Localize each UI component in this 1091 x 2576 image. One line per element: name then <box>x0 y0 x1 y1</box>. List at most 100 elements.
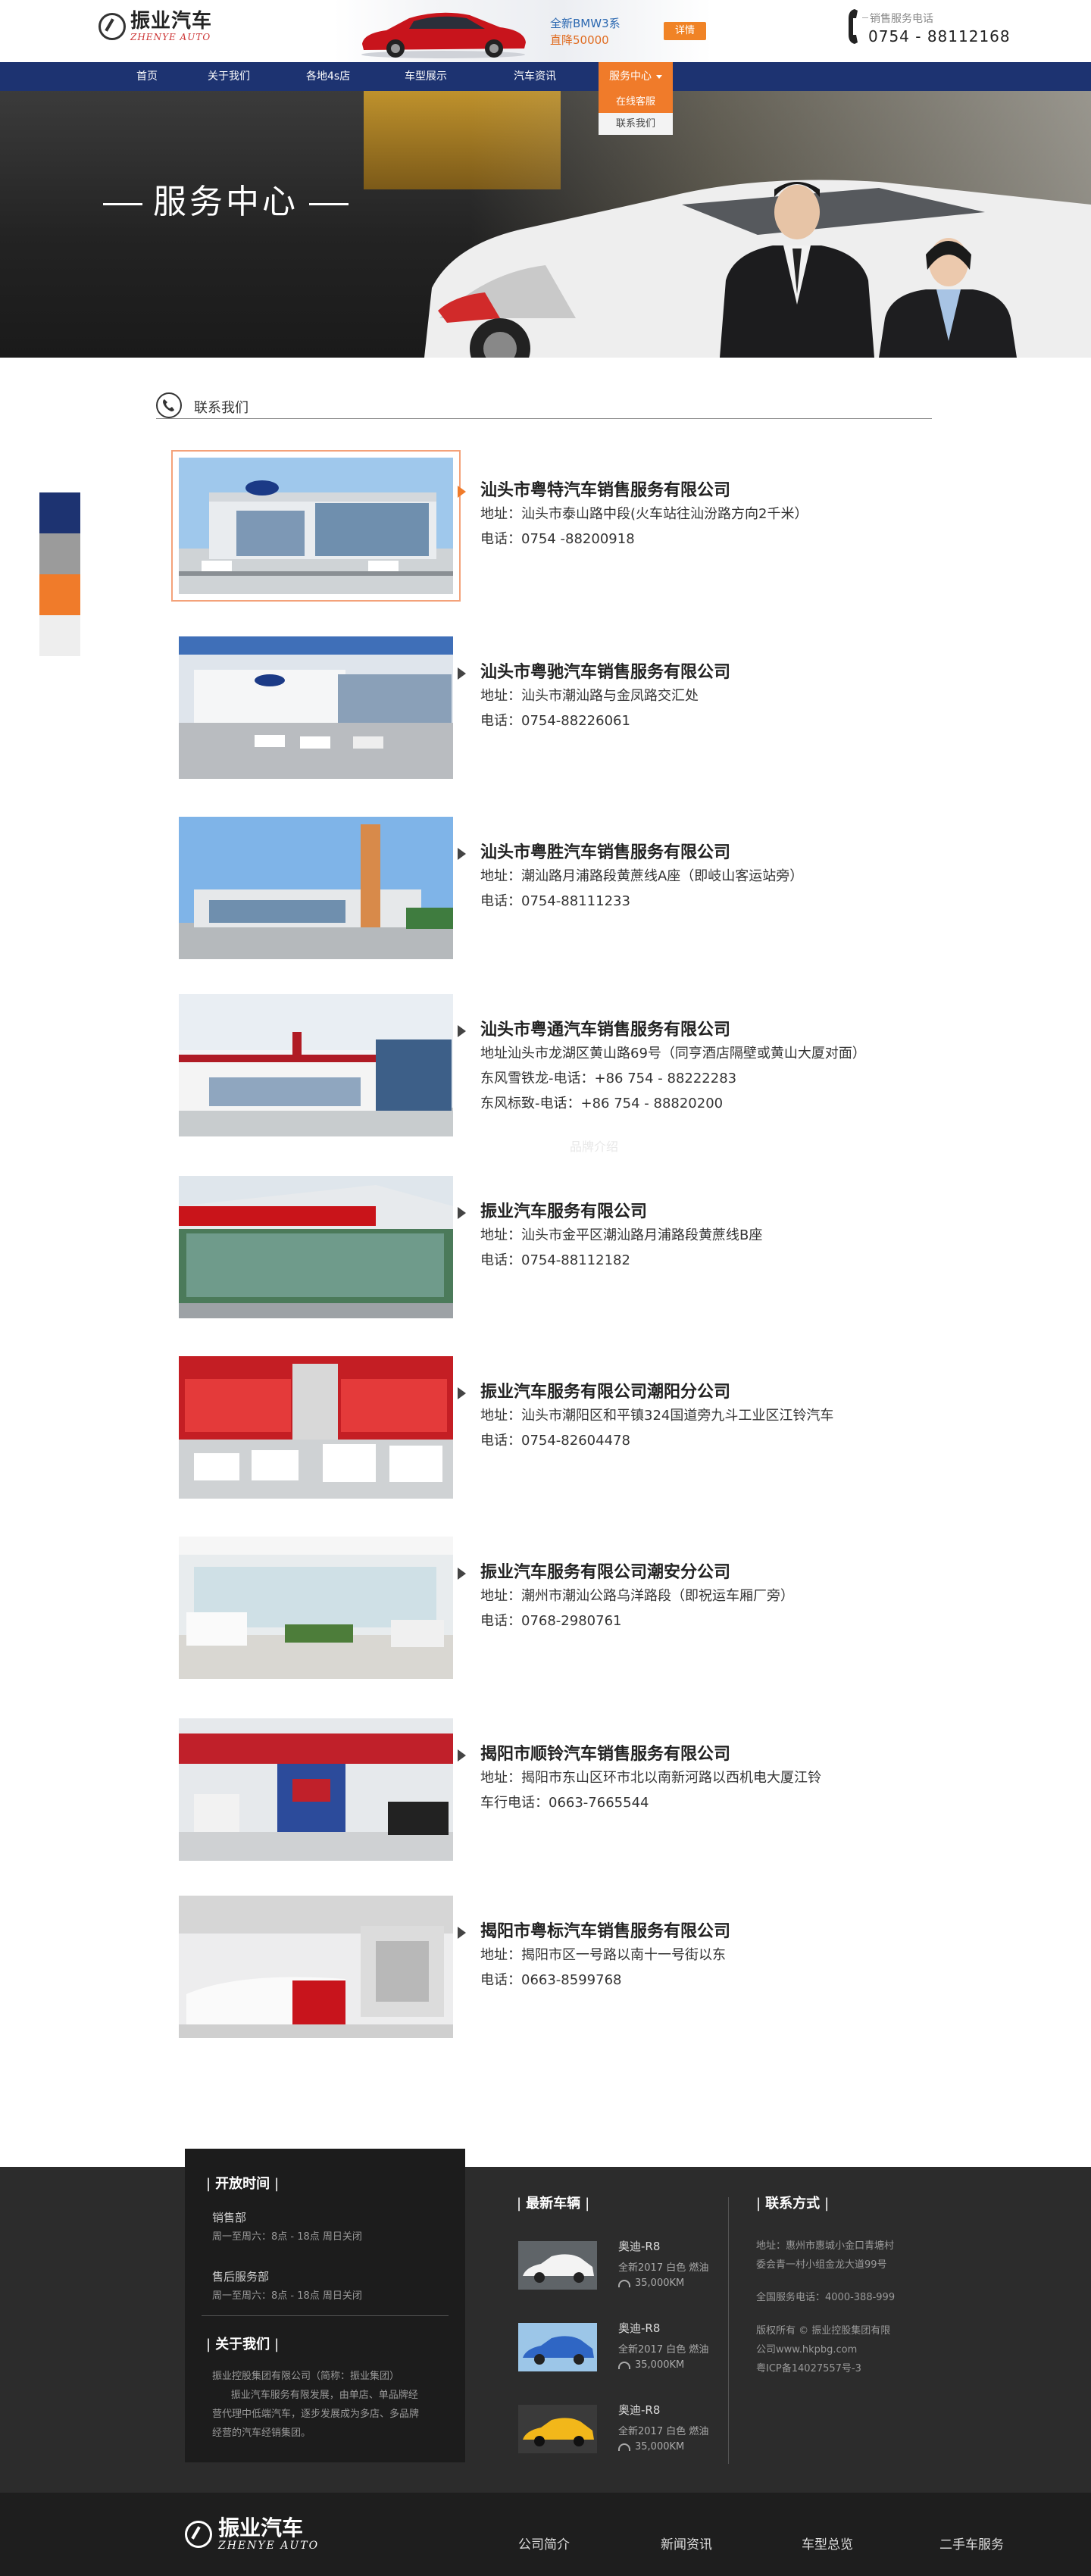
dealer-info: 汕头市粤胜汽车销售服务有限公司 地址：潮汕路月浦路段黄蔗线A座（即岐山客运站旁）… <box>458 843 950 914</box>
side-tab-orange[interactable] <box>39 574 80 615</box>
dealer-photo[interactable] <box>179 1537 453 1679</box>
dealer-photo[interactable] <box>179 1356 453 1499</box>
side-tab-light[interactable] <box>39 615 80 656</box>
dealer-address: 地址：潮州市潮汕公路乌洋路段（即祝运车厢厂旁） <box>480 1588 794 1604</box>
car-name[interactable]: 奥迪-R8 <box>618 2402 660 2418</box>
dealer-card[interactable]: 汕头市粤通汽车销售服务有限公司 地址汕头市龙湖区黄山路69号（同亨酒店隔壁或黄山… <box>171 989 929 1141</box>
about-heading: 关于我们 <box>202 2334 283 2353</box>
dealer-name[interactable]: 振业汽车服务有限公司潮安分公司 <box>458 1562 950 1583</box>
contact-heading: 联系方式 <box>752 2193 833 2212</box>
dealer-name[interactable]: 汕头市粤胜汽车销售服务有限公司 <box>458 843 950 864</box>
dealer-phone: 电话：0754-88112182 <box>480 1252 630 1268</box>
car-name[interactable]: 奥迪-R8 <box>618 2238 660 2254</box>
dealer-name[interactable]: 振业汽车服务有限公司潮阳分公司 <box>458 1382 950 1403</box>
after-sales-time: 周一至周六：8点 - 18点 周日关闭 <box>212 2290 362 2302</box>
section-divider <box>156 418 932 419</box>
nav-4s-stores[interactable]: 各地4s店 <box>306 62 350 91</box>
nav-about[interactable]: 关于我们 <box>208 62 250 91</box>
dealer-info: 振业汽车服务有限公司潮阳分公司 地址：汕头市潮阳区和平镇324国道旁九斗工业区江… <box>458 1382 950 1453</box>
jiangling-dealer-image <box>179 1176 453 1318</box>
dealer-card[interactable]: 揭阳市顺铃汽车销售服务有限公司 地址：揭阳市东山区环市北以南新河路以西机电大厦江… <box>171 1714 929 1865</box>
ad-line-2: 直降50000 <box>550 33 609 47</box>
dealer-name[interactable]: 振业汽车服务有限公司 <box>458 1202 950 1223</box>
dropdown-contact-us[interactable]: 联系我们 <box>599 113 673 135</box>
car-thumb-white[interactable] <box>518 2241 597 2290</box>
dealer-photo[interactable] <box>179 1718 453 1861</box>
car-image <box>518 2323 597 2371</box>
dropdown-online-service[interactable]: 在线客服 <box>599 91 673 113</box>
bottom-bar: 振业汽车 ZHENYE AUTO 公司简介 新闻资讯 车型总览 二手车服务 <box>0 2493 1091 2576</box>
dealer-name[interactable]: 汕头市粤驰汽车销售服务有限公司 <box>458 662 950 683</box>
dealer-photo[interactable] <box>179 1176 453 1318</box>
car-mileage-value: 35,000KM <box>635 2359 685 2371</box>
car-mileage: 35,000KM <box>618 2441 684 2453</box>
dealer-phone: 电话：0754 -88200918 <box>480 531 635 547</box>
about-line-3: 营代理中低端汽车，逐步发展成为多店、多品牌 <box>212 2409 420 2420</box>
nav-news[interactable]: 汽车资讯 <box>514 62 556 91</box>
dealer-address: 地址：揭阳市东山区环市北以南新河路以西机电大厦江铃 <box>480 1770 821 1786</box>
section-header: 联系我们 <box>156 389 932 420</box>
contact-address: 地址：惠州市惠城小金口青塘村 委会青一村小组金龙大道99号 <box>756 2237 894 2274</box>
speedometer-icon <box>618 2443 630 2451</box>
car-mileage: 35,000KM <box>618 2359 684 2371</box>
dealer-photo[interactable] <box>179 817 453 959</box>
dealer-address: 地址：揭阳市区一号路以南十一号街以东 <box>480 1947 726 1963</box>
hero-illustration <box>424 180 1091 358</box>
car-mileage: 35,000KM <box>618 2277 684 2289</box>
copyright-line-2[interactable]: 公司www.hkpbg.com <box>756 2340 890 2359</box>
dealer-card[interactable]: 振业汽车服务有限公司 地址：汕头市金平区潮汕路月浦路段黄蔗线B座 电话：0754… <box>171 1171 929 1323</box>
about-line-2: 振业汽车服务有限发展，由单店、单品牌经 <box>212 2390 418 2401</box>
phone-label: 销售服务电话 <box>862 11 933 26</box>
dealer-name[interactable]: 汕头市粤通汽车销售服务有限公司 <box>458 1020 950 1041</box>
chevron-down-icon <box>656 74 662 79</box>
bottom-link-used-cars[interactable]: 二手车服务 <box>939 2534 1004 2553</box>
about-line-4: 经营的汽车经销集团。 <box>212 2428 311 2439</box>
dealer-name[interactable]: 汕头市粤特汽车销售服务有限公司 <box>458 480 950 502</box>
dealer-name[interactable]: 揭阳市顺铃汽车销售服务有限公司 <box>458 1744 950 1765</box>
about-text: 振业控股集团有限公司（简称：振业集团） 振业汽车服务有限发展，由单店、单品牌经 … <box>212 2367 452 2443</box>
dealer-card[interactable]: 揭阳市粤标汽车销售服务有限公司 地址：揭阳市区一号路以南十一号街以东 电话：06… <box>171 1891 929 2043</box>
speedometer-icon <box>618 2361 630 2369</box>
dealer-card[interactable]: 汕头市粤特汽车销售服务有限公司 地址：汕头市泰山路中段(火车站往汕汾路方向2千米… <box>171 450 929 602</box>
dealer-phone: 电话：0754-82604478 <box>480 1433 630 1449</box>
car-thumb-blue[interactable] <box>518 2323 597 2371</box>
dealer-photo[interactable] <box>179 636 453 779</box>
ad-details-button[interactable]: 详情 <box>664 22 706 40</box>
nav-service-center[interactable]: 服务中心 <box>599 62 673 91</box>
nav-home[interactable]: 首页 <box>136 62 158 91</box>
car-thumb-yellow[interactable] <box>518 2405 597 2453</box>
dealer-photo[interactable] <box>179 1896 453 2038</box>
side-tab-blue[interactable] <box>39 492 80 533</box>
bottom-logo-emblem-icon <box>185 2521 212 2548</box>
dealer-photo[interactable] <box>171 450 461 602</box>
bottom-link-company-profile[interactable]: 公司简介 <box>518 2534 570 2553</box>
dealer-photo[interactable] <box>179 994 453 1136</box>
dealer-phone: 电话：0768-2980761 <box>480 1613 622 1629</box>
sales-time: 周一至周六：8点 - 18点 周日关闭 <box>212 2231 362 2243</box>
dealer-name[interactable]: 揭阳市粤标汽车销售服务有限公司 <box>458 1921 950 1943</box>
bottom-link-news[interactable]: 新闻资讯 <box>661 2534 712 2553</box>
nav-models[interactable]: 车型展示 <box>405 62 447 91</box>
dealer-card[interactable]: 振业汽车服务有限公司潮安分公司 地址：潮州市潮汕公路乌洋路段（即祝运车厢厂旁） … <box>171 1532 929 1683</box>
site-header: 振业汽车 ZHENYE AUTO 全新BMW3系 直降50000 详情 销售服务… <box>0 0 1091 62</box>
contact-address-line-1: 地址：惠州市惠城小金口青塘村 <box>756 2240 895 2252</box>
after-sales-title: 售后服务部 <box>212 2270 270 2284</box>
copyright-line-1: 版权所有 © 振业控股集团有限 <box>756 2325 891 2337</box>
dealer-card[interactable]: 汕头市粤驰汽车销售服务有限公司 地址：汕头市潮汕路与金凤路交汇处 电话：0754… <box>171 632 929 783</box>
car-name[interactable]: 奥迪-R8 <box>618 2320 660 2336</box>
bottom-logo-cn: 振业汽车 <box>218 2515 304 2540</box>
dealer-info: 振业汽车服务有限公司 地址：汕头市金平区潮汕路月浦路段黄蔗线B座 电话：0754… <box>458 1202 950 1273</box>
faint-watermark-text: 品牌介绍 <box>570 1140 619 1154</box>
car-image <box>518 2405 597 2453</box>
bottom-link-models[interactable]: 车型总览 <box>802 2534 853 2553</box>
logo[interactable]: 振业汽车 ZHENYE AUTO <box>98 11 212 42</box>
citroen-reception-image <box>179 1896 453 2038</box>
bottom-logo[interactable]: 振业汽车 ZHENYE AUTO <box>185 2517 319 2552</box>
service-dropdown: 在线客服 联系我们 <box>599 91 673 135</box>
chaoyang-dealer-image <box>179 1356 453 1499</box>
dealer-phone: 车行电话：0663-7665544 <box>480 1795 649 1811</box>
dealer-card[interactable]: 汕头市粤胜汽车销售服务有限公司 地址：潮汕路月浦路段黄蔗线A座（即岐山客运站旁）… <box>171 812 929 964</box>
dealer-card[interactable]: 振业汽车服务有限公司潮阳分公司 地址：汕头市潮阳区和平镇324国道旁九斗工业区江… <box>171 1352 929 1503</box>
side-tab-gray[interactable] <box>39 533 80 574</box>
dealer-phone-peugeot: 东风标致-电话：+86 754 - 88820200 <box>480 1096 724 1111</box>
